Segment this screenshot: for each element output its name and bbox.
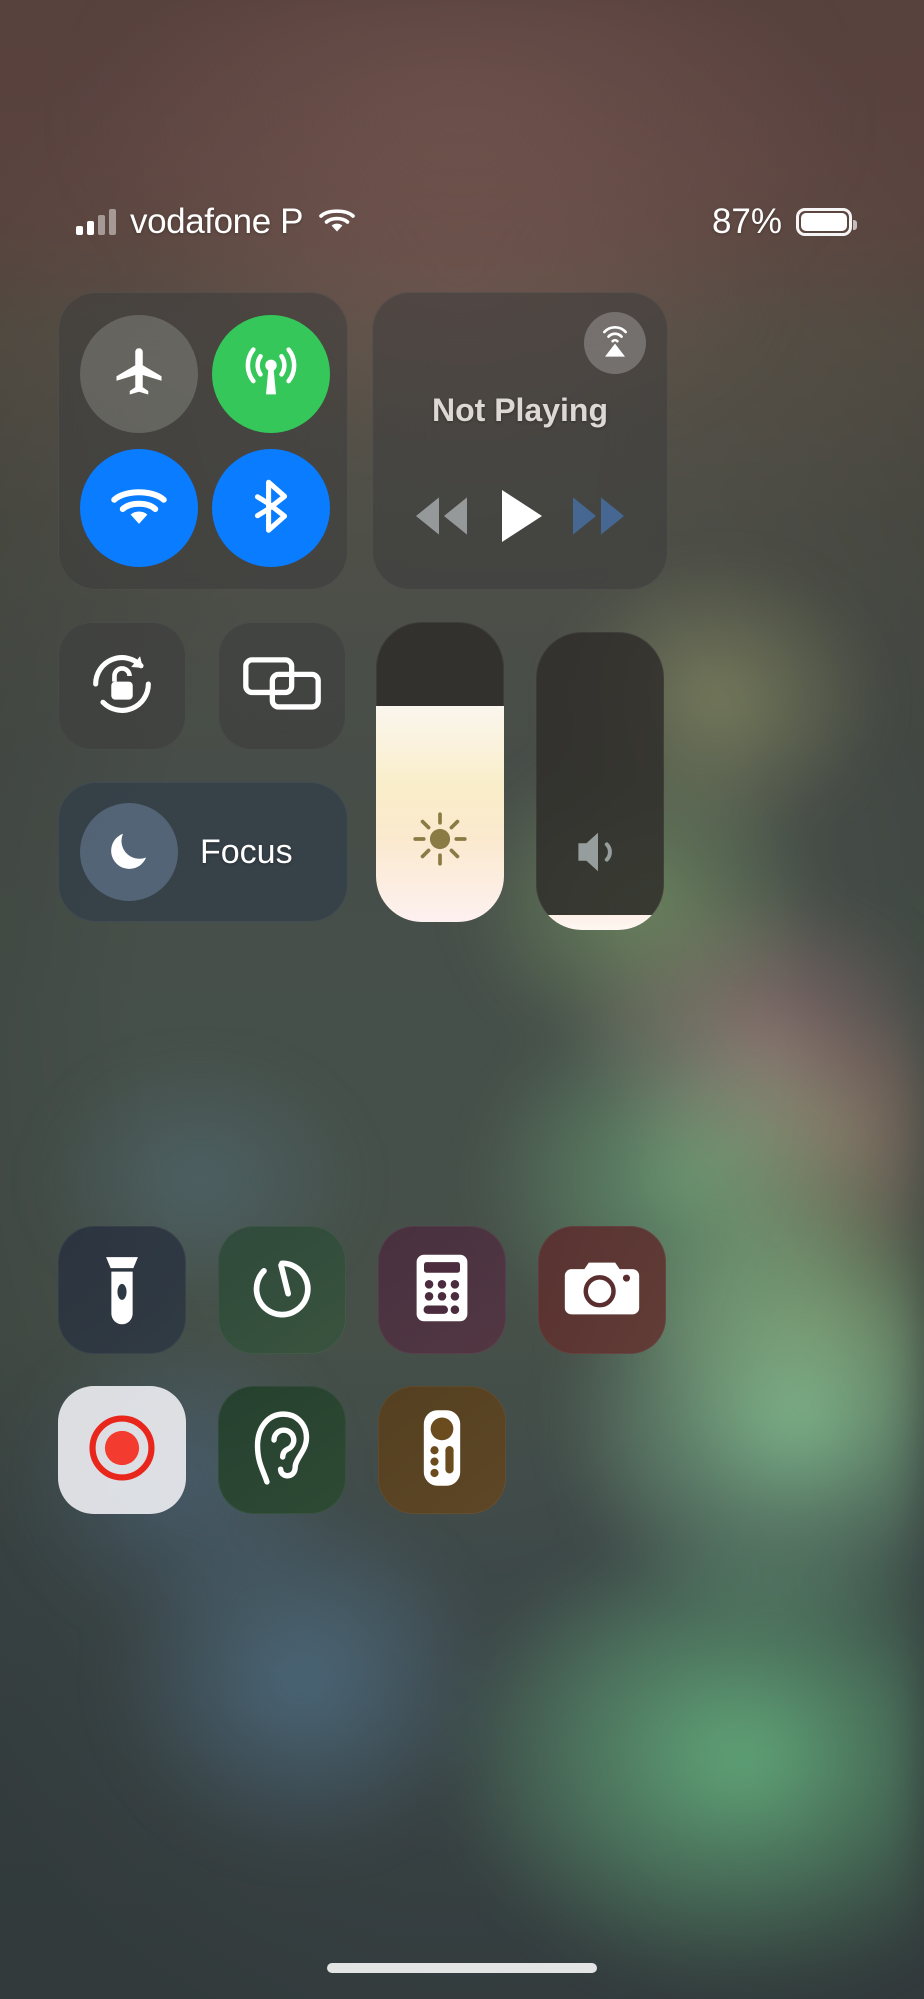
media-playback-module[interactable]: Not Playing xyxy=(372,292,668,590)
play-button[interactable] xyxy=(494,486,546,546)
media-controls xyxy=(372,486,668,546)
carrier-label: vodafone P xyxy=(130,202,304,241)
ear-hearing-icon xyxy=(249,1408,315,1493)
timer-button[interactable] xyxy=(218,1226,346,1354)
rotation-lock-icon xyxy=(83,645,161,728)
apple-tv-remote-button[interactable] xyxy=(378,1386,506,1514)
media-status-label: Not Playing xyxy=(431,392,608,428)
control-center-row-2: Focus xyxy=(58,622,868,1222)
volume-slider[interactable] xyxy=(536,632,664,930)
calculator-icon xyxy=(412,1250,472,1331)
airplane-mode-button[interactable] xyxy=(80,315,198,433)
cellular-signal-bars-icon xyxy=(76,209,116,235)
brightness-slider[interactable] xyxy=(376,622,504,922)
fast-forward-button[interactable] xyxy=(567,493,631,539)
wifi-icon xyxy=(108,482,170,535)
screen-mirroring-button[interactable] xyxy=(218,622,346,750)
wifi-icon xyxy=(317,205,357,240)
battery-full-icon xyxy=(796,208,857,236)
flashlight-icon xyxy=(93,1249,151,1332)
focus-label: Focus xyxy=(200,832,293,871)
rotation-lock-button[interactable] xyxy=(58,622,186,750)
status-bar-left: vodafone P xyxy=(76,202,357,242)
camera-icon xyxy=(562,1255,642,1326)
connectivity-module[interactable] xyxy=(58,292,348,590)
calculator-button[interactable] xyxy=(378,1226,506,1354)
control-center-row-1: Not Playing xyxy=(58,292,868,592)
bluetooth-button[interactable] xyxy=(212,449,330,567)
flashlight-button[interactable] xyxy=(58,1226,186,1354)
cellular-antenna-icon xyxy=(240,341,302,408)
screen-record-icon xyxy=(84,1410,160,1491)
wifi-button[interactable] xyxy=(80,449,198,567)
brightness-sun-icon xyxy=(376,808,504,870)
cellular-data-button[interactable] xyxy=(212,315,330,433)
crescent-moon-icon xyxy=(104,825,154,880)
airplane-icon xyxy=(109,342,169,407)
control-center-screen: vodafone P 87% Not Playing Focus xyxy=(0,0,924,1999)
airplay-button[interactable] xyxy=(584,312,646,374)
home-indicator[interactable] xyxy=(327,1963,597,1973)
speaker-volume-icon xyxy=(536,826,664,878)
control-center-row-3 xyxy=(58,1226,868,1578)
timer-icon xyxy=(244,1250,320,1331)
status-bar-right: 87% xyxy=(711,202,857,242)
status-bar: vodafone P 87% xyxy=(0,196,924,248)
screen-recording-button[interactable] xyxy=(58,1386,186,1514)
tv-remote-icon xyxy=(417,1406,467,1495)
control-center-grid: Not Playing Focus xyxy=(58,292,868,1578)
volume-slider-fill xyxy=(536,915,664,930)
focus-module[interactable]: Focus xyxy=(58,782,348,922)
hearing-button[interactable] xyxy=(218,1386,346,1514)
bluetooth-icon xyxy=(242,477,300,540)
screen-mirroring-icon xyxy=(241,652,323,721)
camera-button[interactable] xyxy=(538,1226,666,1354)
focus-toggle[interactable] xyxy=(80,803,178,901)
rewind-button[interactable] xyxy=(409,493,473,539)
battery-percentage-label: 87% xyxy=(711,202,782,241)
airplay-audio-icon xyxy=(595,321,635,366)
